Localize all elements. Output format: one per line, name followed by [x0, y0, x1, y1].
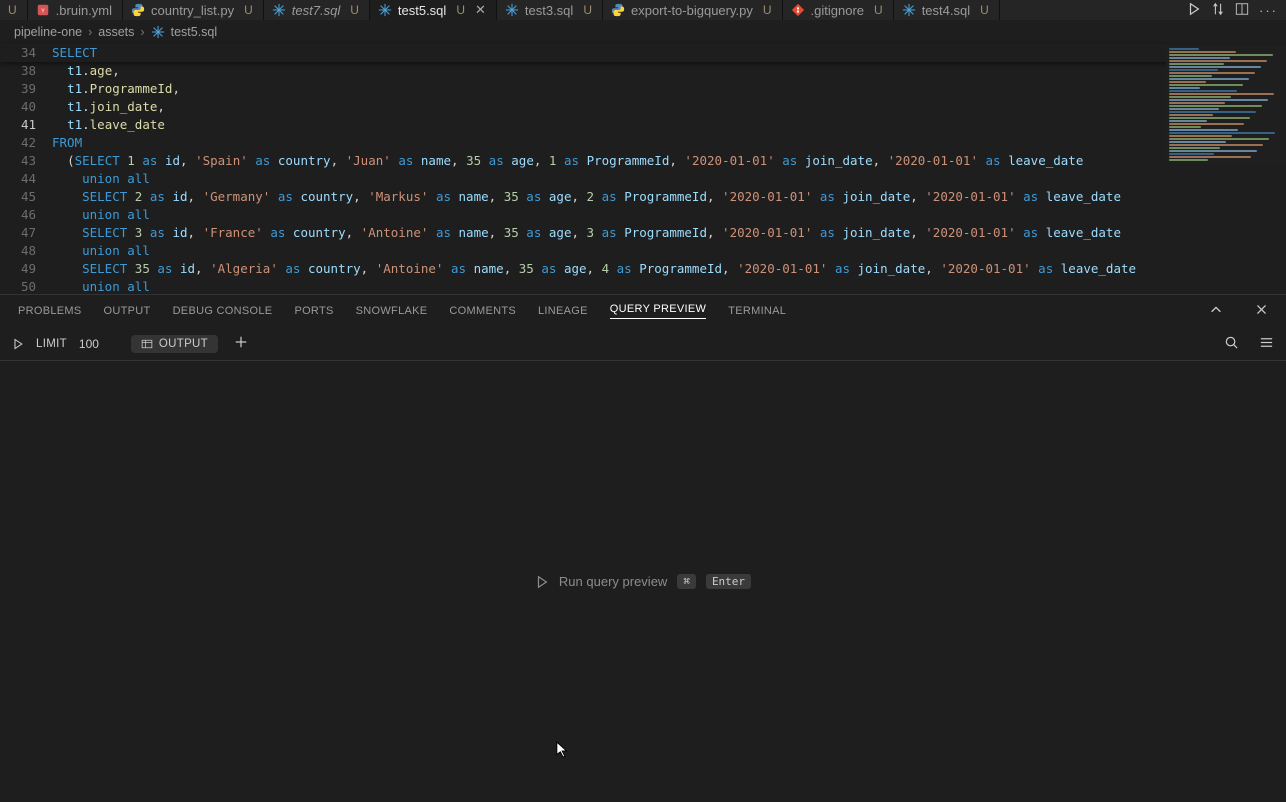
breadcrumb-part[interactable]: pipeline-one — [14, 25, 82, 39]
tab-label: .gitignore — [811, 3, 864, 18]
snowflake-icon — [378, 3, 392, 17]
breadcrumb-part[interactable]: test5.sql — [171, 25, 218, 39]
code-line[interactable]: FROM — [52, 134, 1286, 152]
vcs-status-badge: U — [763, 3, 772, 17]
code-line[interactable]: union all — [52, 170, 1286, 188]
yaml-icon: Y — [36, 3, 50, 17]
vcs-status-badge: U — [874, 3, 883, 17]
panel-tab-lineage[interactable]: LINEAGE — [538, 305, 588, 317]
run-query-hint[interactable]: Run query preview ⌘ Enter — [535, 574, 751, 589]
vcs-status-badge: U — [244, 3, 253, 17]
editor-tab[interactable]: Y .bruin.yml — [28, 0, 123, 20]
code-line[interactable]: t1.leave_date — [52, 116, 1286, 134]
tab-label: .bruin.yml — [56, 3, 112, 18]
editor-tab[interactable]: country_list.py U — [123, 0, 264, 20]
close-panel-icon[interactable] — [1255, 303, 1268, 319]
line-number: 34 — [0, 44, 52, 62]
git-icon — [791, 3, 805, 17]
python-icon — [131, 3, 145, 17]
editor-tab[interactable]: .gitignore U — [783, 0, 894, 20]
sticky-scroll[interactable]: 34 SELECT — [0, 44, 1286, 62]
code-line[interactable]: (SELECT 1 as id, 'Spain' as country, 'Ju… — [52, 152, 1286, 170]
limit-label: LIMIT — [36, 338, 67, 350]
run-icon[interactable] — [1187, 2, 1201, 19]
code-line[interactable]: t1.join_date, — [52, 98, 1286, 116]
code-line[interactable]: SELECT 3 as id, 'France' as country, 'An… — [52, 224, 1286, 242]
code-line[interactable]: SELECT 2 as id, 'Germany' as country, 'M… — [52, 188, 1286, 206]
code-line[interactable]: union all — [52, 278, 1286, 296]
tab-label: test7.sql — [292, 3, 340, 18]
play-icon — [535, 575, 549, 589]
panel-tab-snowflake[interactable]: SNOWFLAKE — [356, 305, 428, 317]
run-query-hint-text: Run query preview — [559, 574, 667, 589]
list-icon[interactable] — [1259, 335, 1274, 353]
code-line[interactable]: t1.ProgrammeId, — [52, 80, 1286, 98]
kbd-cmd: ⌘ — [677, 574, 696, 589]
svg-text:Y: Y — [41, 9, 45, 15]
snowflake-icon — [272, 3, 286, 17]
search-icon[interactable] — [1224, 335, 1239, 353]
code-line[interactable]: SELECT 35 as id, 'Algeria' as country, '… — [52, 260, 1286, 278]
vcs-status-badge: U — [456, 3, 465, 17]
editor-tab[interactable]: export-to-bigquery.py U — [603, 0, 783, 20]
panel-tab-problems[interactable]: PROBLEMS — [18, 305, 82, 317]
gutter: 38394041424344454647484950 — [0, 44, 52, 294]
panel-tab-terminal[interactable]: TERMINAL — [728, 305, 786, 317]
code-area[interactable]: t1.age, t1.ProgrammeId, t1.join_date, t1… — [52, 44, 1286, 294]
split-editor-icon[interactable] — [1235, 2, 1249, 19]
editor-tab[interactable]: test3.sql U — [497, 0, 603, 20]
code-line[interactable]: union all — [52, 206, 1286, 224]
breadcrumb[interactable]: pipeline-one › assets › test5.sql — [0, 20, 1286, 44]
code-line[interactable]: t1.age, — [52, 62, 1286, 80]
chevron-right-icon: › — [140, 25, 144, 39]
chevron-right-icon: › — [88, 25, 92, 39]
bottom-panel: PROBLEMS OUTPUT DEBUG CONSOLE PORTS SNOWFLAK… — [0, 294, 1286, 802]
panel-tabbar: PROBLEMS OUTPUT DEBUG CONSOLE PORTS SNOWFLAK… — [0, 295, 1286, 327]
output-tab-button[interactable]: OUTPUT — [131, 335, 218, 353]
vcs-status-badge: U — [980, 3, 989, 17]
editor-tab[interactable]: test5.sql U ✕ — [370, 0, 497, 20]
python-icon — [611, 3, 625, 17]
kbd-enter: Enter — [706, 574, 751, 589]
editor-tabbar: U Y .bruin.yml country_list.py Utest7.sql Ute… — [0, 0, 1286, 20]
tab-label: country_list.py — [151, 3, 234, 18]
panel-tab-debug-console[interactable]: DEBUG CONSOLE — [173, 305, 273, 317]
snowflake-icon — [902, 3, 916, 17]
output-tab-label: OUTPUT — [159, 338, 208, 350]
minimap[interactable] — [1166, 46, 1286, 164]
query-preview-body: Run query preview ⌘ Enter — [0, 361, 1286, 802]
tab-label: test3.sql — [525, 3, 573, 18]
mouse-cursor-icon — [556, 741, 570, 759]
panel-tab-comments[interactable]: COMMENTS — [449, 305, 516, 317]
snowflake-icon — [151, 25, 165, 39]
tab-label: test4.sql — [922, 3, 970, 18]
breadcrumb-part[interactable]: assets — [98, 25, 134, 39]
query-preview-toolbar: LIMIT OUTPUT — [0, 327, 1286, 361]
editor-tab[interactable]: test4.sql U — [894, 0, 1000, 20]
close-icon[interactable]: ✕ — [475, 2, 486, 18]
more-icon[interactable]: ··· — [1259, 3, 1278, 18]
tab-label: export-to-bigquery.py — [631, 3, 753, 18]
snowflake-icon — [505, 3, 519, 17]
panel-tab-output[interactable]: OUTPUT — [104, 305, 151, 317]
vcs-status-badge: U — [8, 3, 17, 17]
compare-icon[interactable] — [1211, 2, 1225, 19]
run-button[interactable] — [12, 338, 24, 350]
vcs-status-badge: U — [350, 3, 359, 17]
chevron-up-icon[interactable] — [1209, 303, 1223, 320]
limit-input[interactable] — [79, 337, 119, 351]
editor-tab[interactable]: U — [0, 0, 28, 20]
panel-tab-query-preview[interactable]: QUERY PREVIEW — [610, 303, 706, 319]
code-editor[interactable]: 34 SELECT 38394041424344454647484950 t1.… — [0, 44, 1286, 294]
editor-tab[interactable]: test7.sql U — [264, 0, 370, 20]
panel-tab-ports[interactable]: PORTS — [294, 305, 333, 317]
code-line[interactable]: union all — [52, 242, 1286, 260]
add-tab-button[interactable] — [230, 333, 252, 354]
tab-label: test5.sql — [398, 3, 446, 18]
vcs-status-badge: U — [583, 3, 592, 17]
